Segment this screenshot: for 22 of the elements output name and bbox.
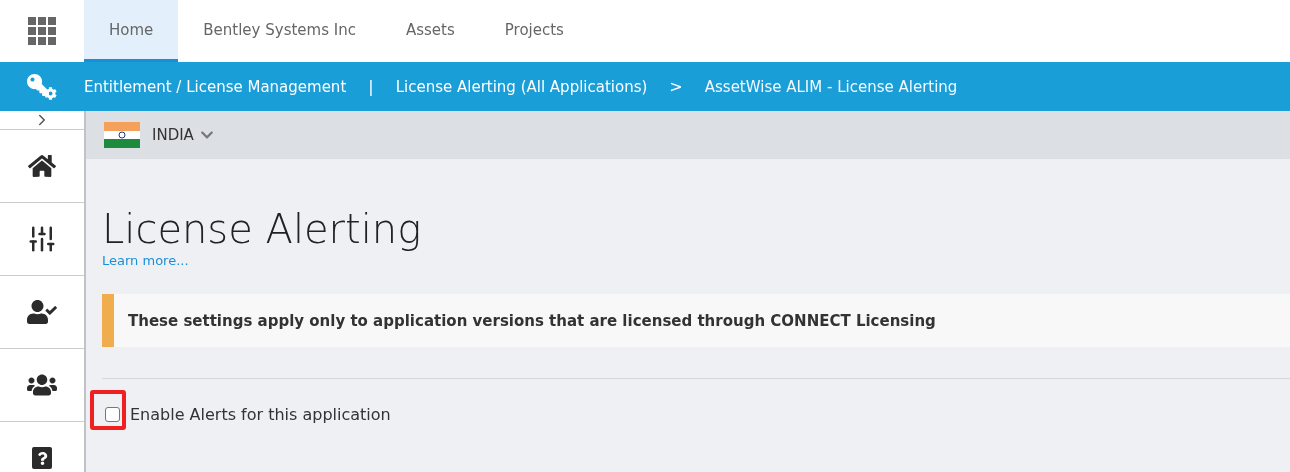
notice-banner: These settings apply only to application versions that are licensed through CONNECT Licensing: [102, 294, 1290, 347]
sliders-icon: [27, 224, 57, 254]
breadcrumb-separator: >: [669, 77, 683, 96]
checkbox[interactable]: [105, 407, 120, 422]
nav-tab[interactable]: Bentley Systems Inc: [178, 0, 381, 62]
app-grid-icon[interactable]: [28, 17, 56, 45]
breadcrumb-link[interactable]: License Alerting (All Applications): [395, 77, 648, 96]
breadcrumb-link[interactable]: Entitlement / License Management: [84, 77, 347, 96]
page-title: License Alerting: [102, 205, 423, 253]
flag-icon: [104, 122, 140, 148]
checkbox-label: Enable Alerts for this application: [130, 405, 391, 424]
nav-tab[interactable]: Home: [84, 0, 179, 62]
nav-tab[interactable]: Projects: [479, 0, 589, 62]
learn-more-link[interactable]: Learn more...: [102, 253, 189, 268]
home-icon: [28, 152, 56, 180]
nav-tab[interactable]: Assets: [380, 0, 480, 62]
user-check-icon: [27, 297, 57, 327]
key-gear-icon: [27, 73, 57, 100]
breadcrumb-current: AssetWise ALIM - License Alerting: [704, 77, 958, 96]
help-icon: [32, 447, 52, 469]
breadcrumb-separator: |: [368, 77, 374, 96]
country-dropdown[interactable]: INDIA: [152, 126, 214, 144]
